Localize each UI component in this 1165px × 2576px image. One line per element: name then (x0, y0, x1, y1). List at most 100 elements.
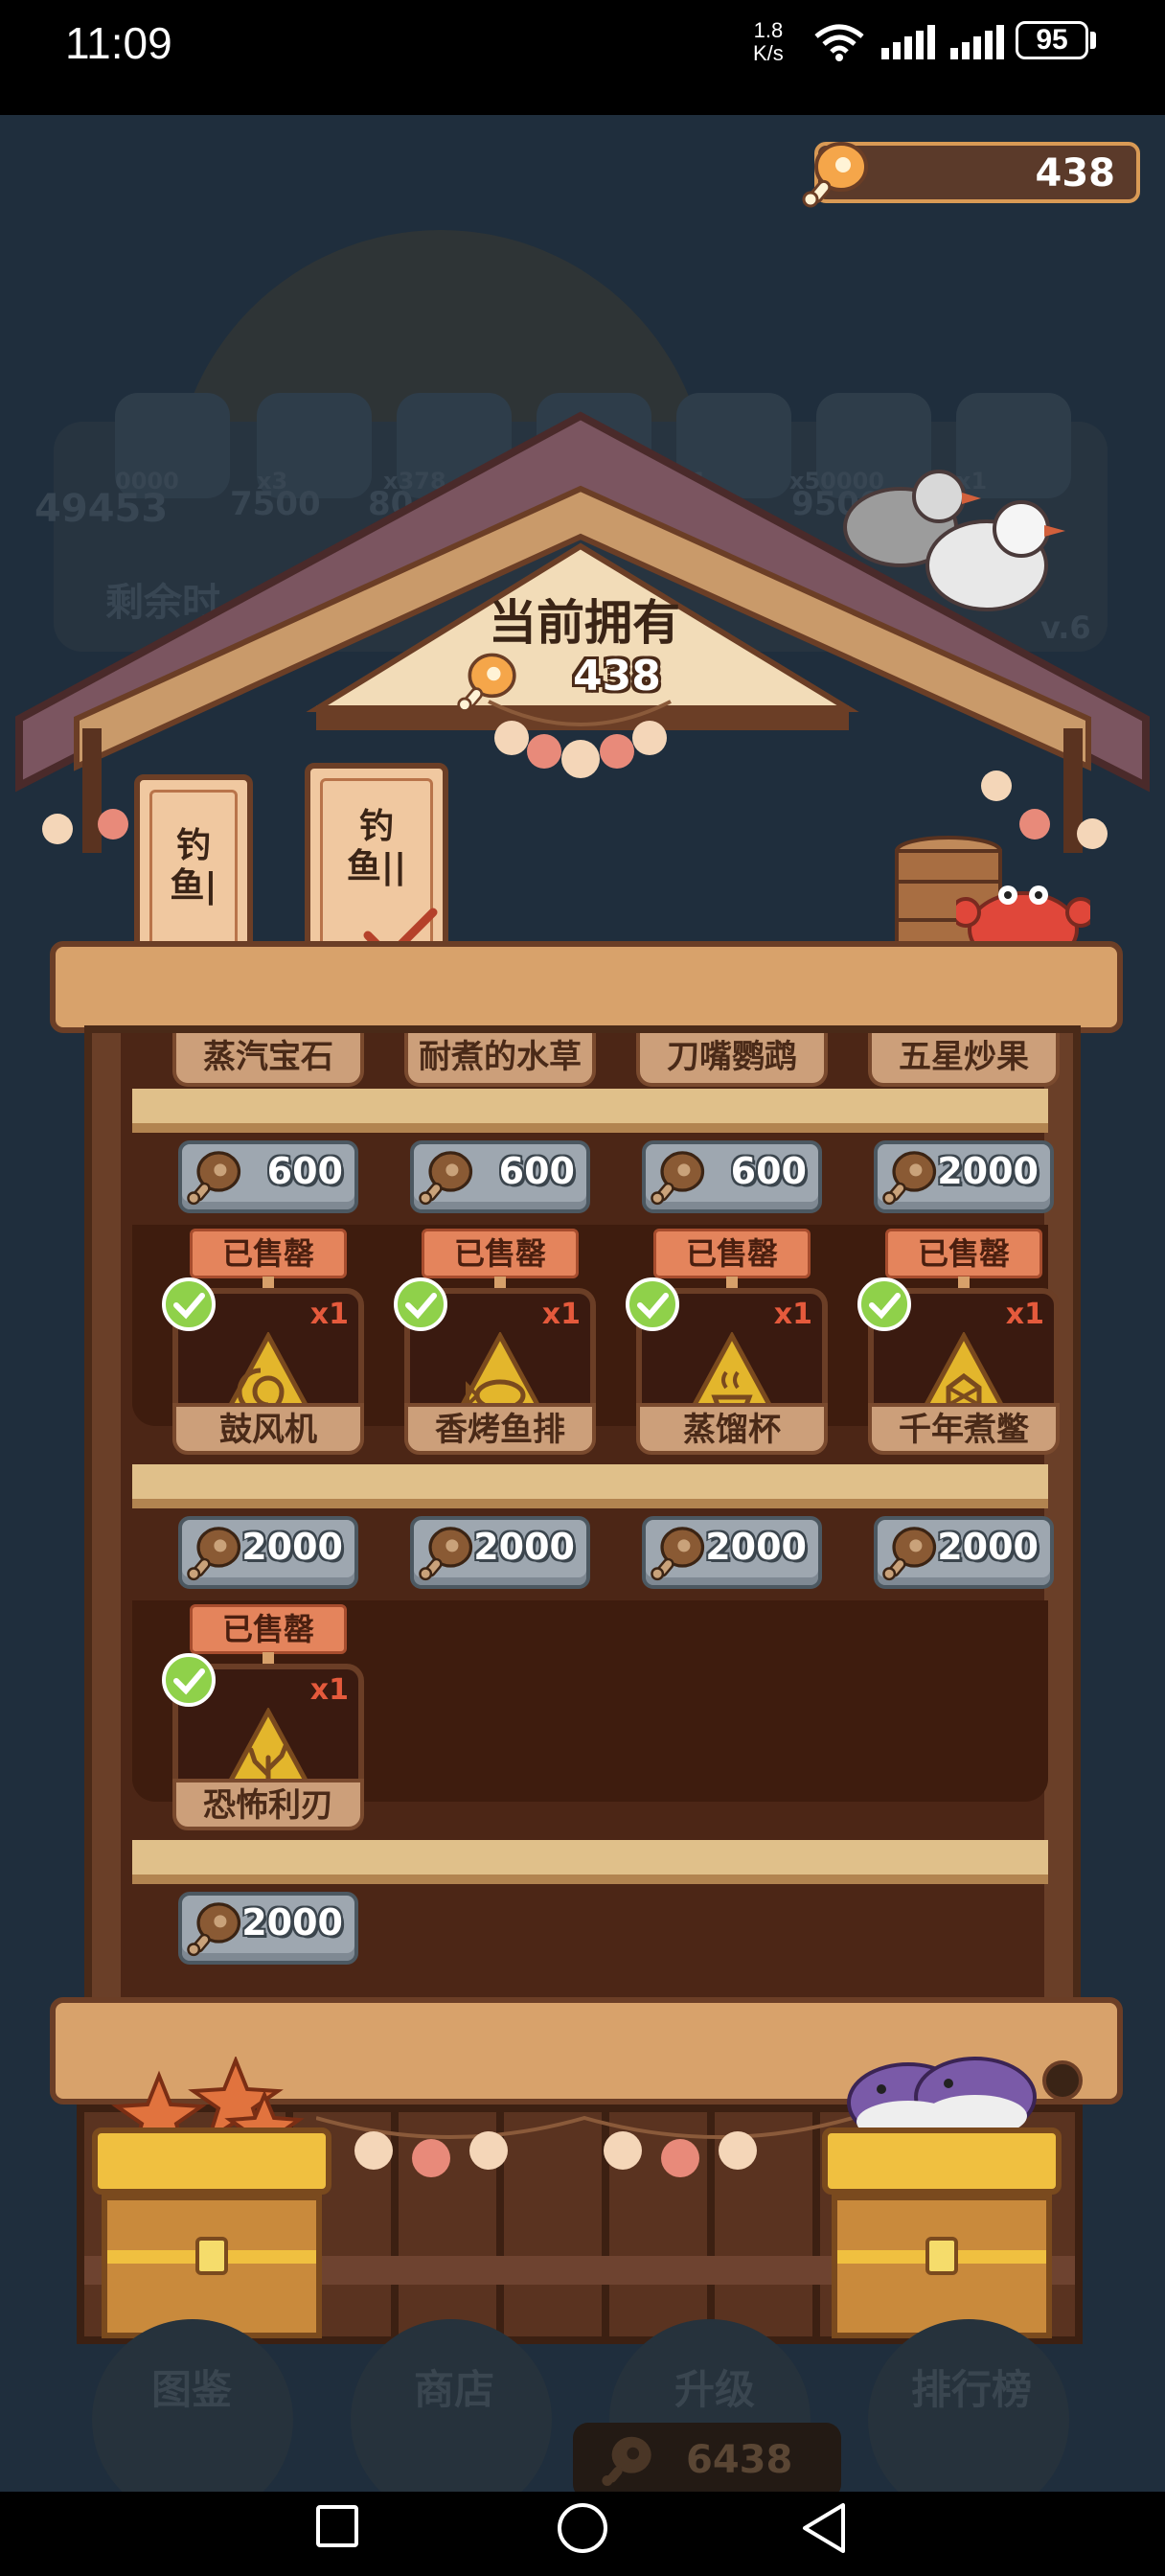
nav-item-upgrade[interactable]: 升级 (619, 2358, 811, 2416)
network-speed-unit: K/s (753, 41, 784, 65)
check-circle-icon (162, 1277, 216, 1331)
item-card[interactable]: 已售罄 x1 香烤鱼排 (394, 1229, 596, 1466)
price-value: 2000 (241, 1526, 343, 1568)
item-name: 蒸馏杯 (636, 1403, 828, 1455)
nav-circle (92, 2319, 293, 2520)
price-value: 2000 (937, 1526, 1039, 1568)
drumstick-icon (651, 1151, 705, 1206)
item-quantity: x1 (773, 1298, 812, 1331)
item-card[interactable]: 已售罄 x1 恐怖利刃 (162, 1604, 364, 1842)
shelf-top (50, 941, 1123, 1033)
price-value: 600 (730, 1150, 807, 1192)
sold-out-label: 已售罄 (190, 1229, 347, 1278)
sold-out-label: 已售罄 (885, 1229, 1042, 1278)
shop-stall: 当前拥有 438 钓 鱼| 钓 鱼|| 蒸汽宝石 耐煮的水草 刀嘴鹦鹉 五星炒果… (0, 402, 1165, 2367)
battery-indicator: 95 (1016, 21, 1088, 59)
drumstick-icon (187, 1151, 241, 1206)
item-name-tab[interactable]: 刀嘴鹦鹉 (636, 1033, 828, 1087)
tab-label-line: 钓 (358, 807, 394, 846)
price-value: 600 (498, 1150, 575, 1192)
item-quantity: x1 (309, 1673, 349, 1707)
price-value: 2000 (473, 1526, 575, 1568)
status-bar: 11:09 1.8 K/s 95 (0, 0, 1165, 115)
drumstick-icon (457, 653, 516, 712)
signal-icon (881, 25, 935, 59)
home-button[interactable] (558, 2503, 607, 2553)
price-button[interactable]: 2000 (642, 1516, 822, 1589)
item-quantity: x1 (541, 1298, 581, 1331)
item-name-tab[interactable]: 蒸汽宝石 (172, 1033, 364, 1087)
item-name: 恐怖利刃 (172, 1779, 364, 1830)
shop-title: 当前拥有 (489, 595, 680, 651)
lock-icon (195, 2237, 228, 2275)
owned-value: 438 (573, 652, 661, 701)
tab-label-line: 鱼|| (346, 847, 407, 886)
price-button[interactable]: 600 (178, 1140, 358, 1213)
nav-circle (868, 2319, 1069, 2520)
price-button[interactable]: 2000 (178, 1892, 358, 1965)
drumstick-icon (419, 1527, 473, 1581)
recents-button[interactable] (316, 2505, 358, 2547)
item-card[interactable]: 已售罄 x1 千年煮鳖 (857, 1229, 1060, 1466)
item-cabinet: 蒸汽宝石 耐煮的水草 刀嘴鹦鹉 五星炒果 600 600 600 2000 已售… (84, 1025, 1081, 2147)
drumstick-icon (187, 1902, 241, 1957)
drumstick-icon (882, 1151, 937, 1206)
nav-circle (351, 2319, 552, 2520)
system-nav-bar (0, 2492, 1165, 2576)
price-value: 2000 (241, 1901, 343, 1944)
item-name: 鼓风机 (172, 1403, 364, 1455)
chest-lid (822, 2128, 1062, 2195)
drumstick-icon (651, 1527, 705, 1581)
item-name: 千年煮鳖 (868, 1403, 1060, 1455)
check-circle-icon (162, 1653, 216, 1707)
sold-out-label: 已售罄 (422, 1229, 579, 1278)
wifi-icon (814, 24, 864, 61)
nav-item-shop[interactable]: 商店 (358, 2358, 550, 2416)
item-quantity: x1 (1005, 1298, 1044, 1331)
sold-out-label: 已售罄 (653, 1229, 811, 1278)
lock-icon (925, 2237, 958, 2275)
item-name-tab[interactable]: 耐煮的水草 (404, 1033, 596, 1087)
check-circle-icon (626, 1277, 679, 1331)
back-button[interactable] (799, 2501, 849, 2555)
drumstick-icon (602, 2436, 651, 2487)
price-button[interactable]: 2000 (874, 1140, 1054, 1213)
drumstick-icon (882, 1527, 937, 1581)
price-button[interactable]: 600 (642, 1140, 822, 1213)
status-time: 11:09 (65, 18, 172, 68)
owned-balance: 438 (450, 650, 738, 717)
fish-count-chip: 6438 (573, 2423, 841, 2499)
price-button[interactable]: 2000 (178, 1516, 358, 1589)
tab-label-line: 钓 (175, 826, 211, 865)
item-name-tab[interactable]: 五星炒果 (868, 1033, 1060, 1087)
balance-chip: 438 (802, 142, 1140, 208)
battery-tip (1090, 32, 1096, 49)
fish-count-value: 6438 (686, 2438, 793, 2482)
drumstick-icon (187, 1527, 241, 1581)
item-name: 香烤鱼排 (404, 1403, 596, 1455)
tab-label-line: 鱼| (170, 866, 217, 906)
network-speed-value: 1.8 (753, 18, 784, 42)
nav-item-collection[interactable]: 图鉴 (96, 2358, 287, 2416)
sold-out-label: 已售罄 (190, 1604, 347, 1654)
nav-item-leaderboard[interactable]: 排行榜 (876, 2358, 1067, 2416)
drumstick-icon (419, 1151, 473, 1206)
price-button[interactable]: 2000 (874, 1516, 1054, 1589)
price-value: 2000 (705, 1526, 807, 1568)
tab-fishing-1[interactable]: 钓 鱼| (134, 774, 253, 966)
signal-icon-2 (950, 25, 1004, 59)
shelf-rail (132, 1840, 1048, 1884)
shell-garland-bottom (316, 2115, 853, 2177)
check-circle-icon (394, 1277, 447, 1331)
tab-fishing-2-label: 钓 鱼|| (310, 807, 443, 887)
item-card[interactable]: 已售罄 x1 鼓风机 (162, 1229, 364, 1466)
drumstick-icon (802, 142, 868, 208)
price-button[interactable]: 2000 (410, 1516, 590, 1589)
chest-lid (92, 2128, 331, 2195)
item-card[interactable]: 已售罄 x1 蒸馏杯 (626, 1229, 828, 1466)
check-circle-icon (857, 1277, 911, 1331)
price-button[interactable]: 600 (410, 1140, 590, 1213)
shelf-rail (132, 1464, 1048, 1508)
price-value: 600 (266, 1150, 343, 1192)
shelf-rail (132, 1089, 1048, 1133)
